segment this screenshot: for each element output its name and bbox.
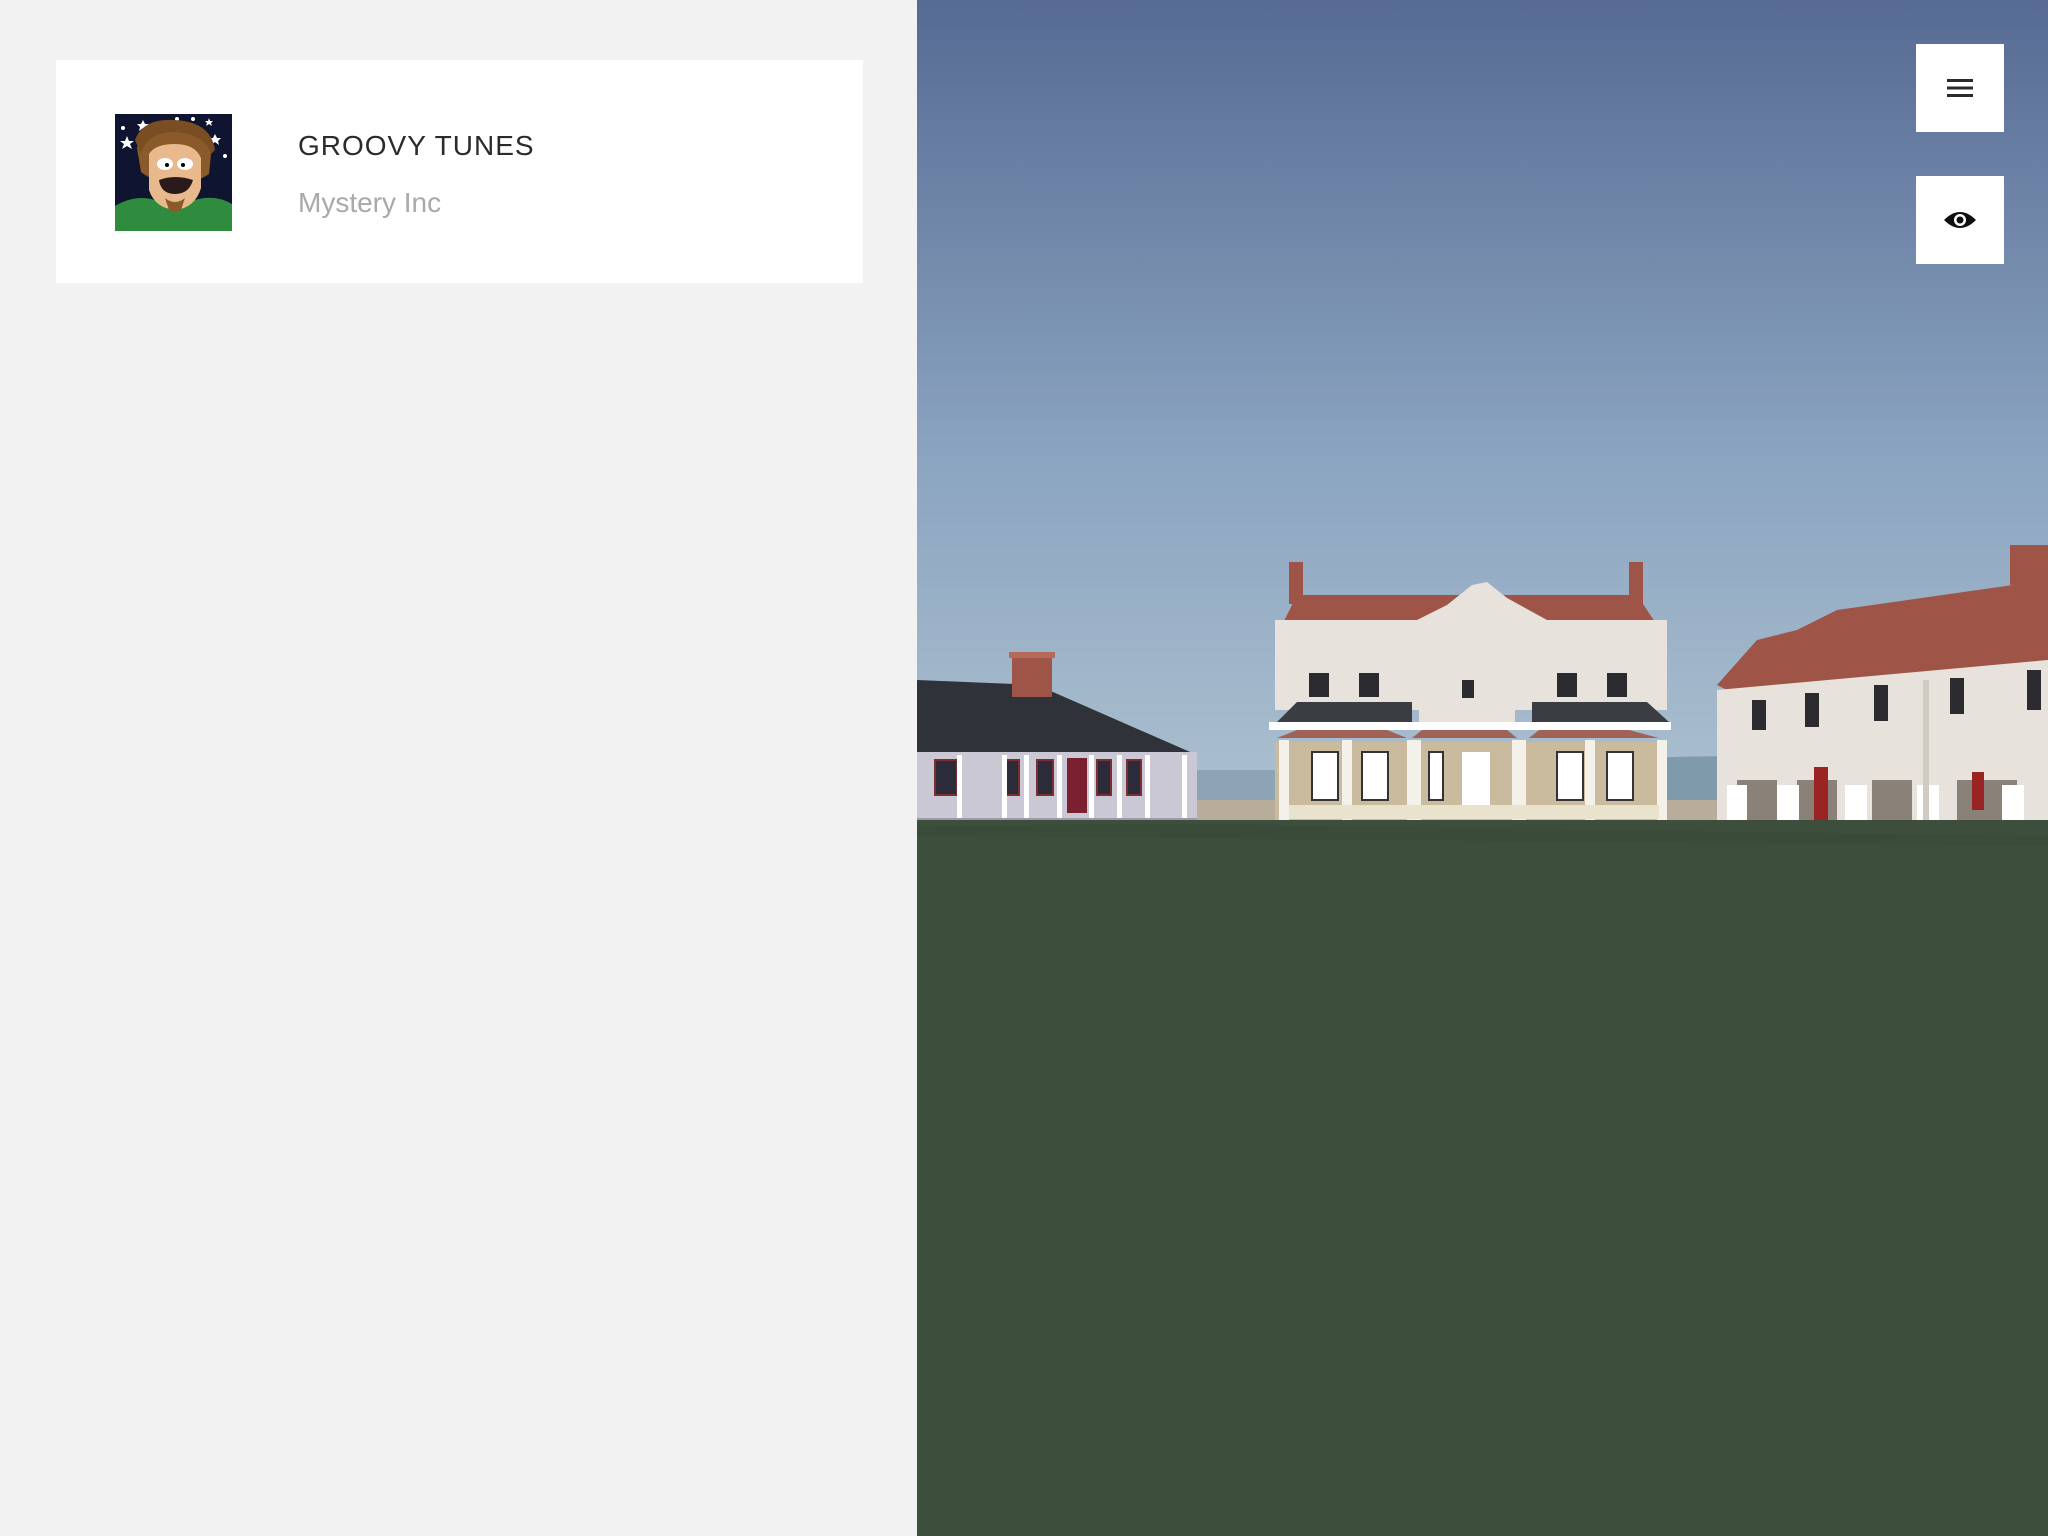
left-panel: GROOVY TUNES Mystery Inc (0, 0, 917, 1536)
grass (917, 820, 2048, 1536)
3d-scene[interactable] (917, 0, 2048, 1536)
now-playing-card[interactable]: GROOVY TUNES Mystery Inc (56, 60, 863, 283)
3d-scene-viewer[interactable] (917, 0, 2048, 1536)
menu-button[interactable] (1916, 44, 2004, 132)
album-cover (115, 114, 232, 231)
track-title: GROOVY TUNES (298, 130, 535, 161)
central-manor (1269, 562, 1671, 825)
eye-icon (1944, 212, 1976, 228)
shaggy-cover-art-icon (115, 114, 232, 231)
track-artist: Mystery Inc (298, 187, 442, 218)
view-toggle-button[interactable] (1916, 176, 2004, 264)
hamburger-menu-icon (1947, 79, 1973, 97)
